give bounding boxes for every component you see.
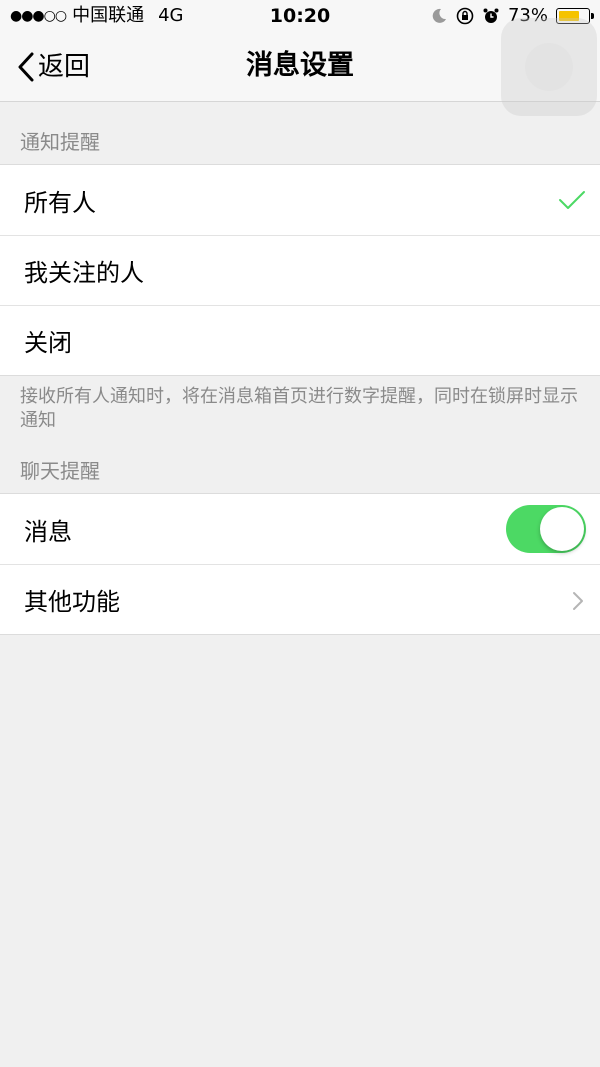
checkmark-icon <box>558 189 586 217</box>
notify-section-header: 通知提醒 <box>20 130 100 154</box>
battery-nub <box>591 13 594 19</box>
other-functions-row[interactable]: 其他功能 <box>0 564 600 634</box>
option-label: 我关注的人 <box>24 258 144 287</box>
option-label: 所有人 <box>24 188 96 217</box>
chevron-right-icon <box>572 589 584 617</box>
assistive-touch-dot <box>525 43 573 91</box>
message-label: 消息 <box>24 517 72 546</box>
rotation-lock-icon <box>456 7 474 25</box>
moon-icon <box>430 7 448 25</box>
option-following[interactable]: 我关注的人 <box>0 235 600 305</box>
option-label: 关闭 <box>24 328 72 357</box>
message-row: 消息 <box>0 494 600 564</box>
chat-section-header: 聊天提醒 <box>20 459 100 483</box>
chat-options-group: 消息 其他功能 <box>0 493 600 635</box>
option-off[interactable]: 关闭 <box>0 305 600 375</box>
option-everyone[interactable]: 所有人 <box>0 165 600 235</box>
notify-footnote: 接收所有人通知时，将在消息箱首页进行数字提醒，同时在锁屏时显示通知 <box>20 386 578 431</box>
other-label: 其他功能 <box>24 587 120 616</box>
toggle-knob <box>540 507 584 551</box>
message-toggle[interactable] <box>506 505 586 553</box>
alarm-icon <box>482 7 500 25</box>
notify-options-group: 所有人 我关注的人 关闭 <box>0 164 600 376</box>
assistive-touch-button[interactable] <box>501 18 597 116</box>
